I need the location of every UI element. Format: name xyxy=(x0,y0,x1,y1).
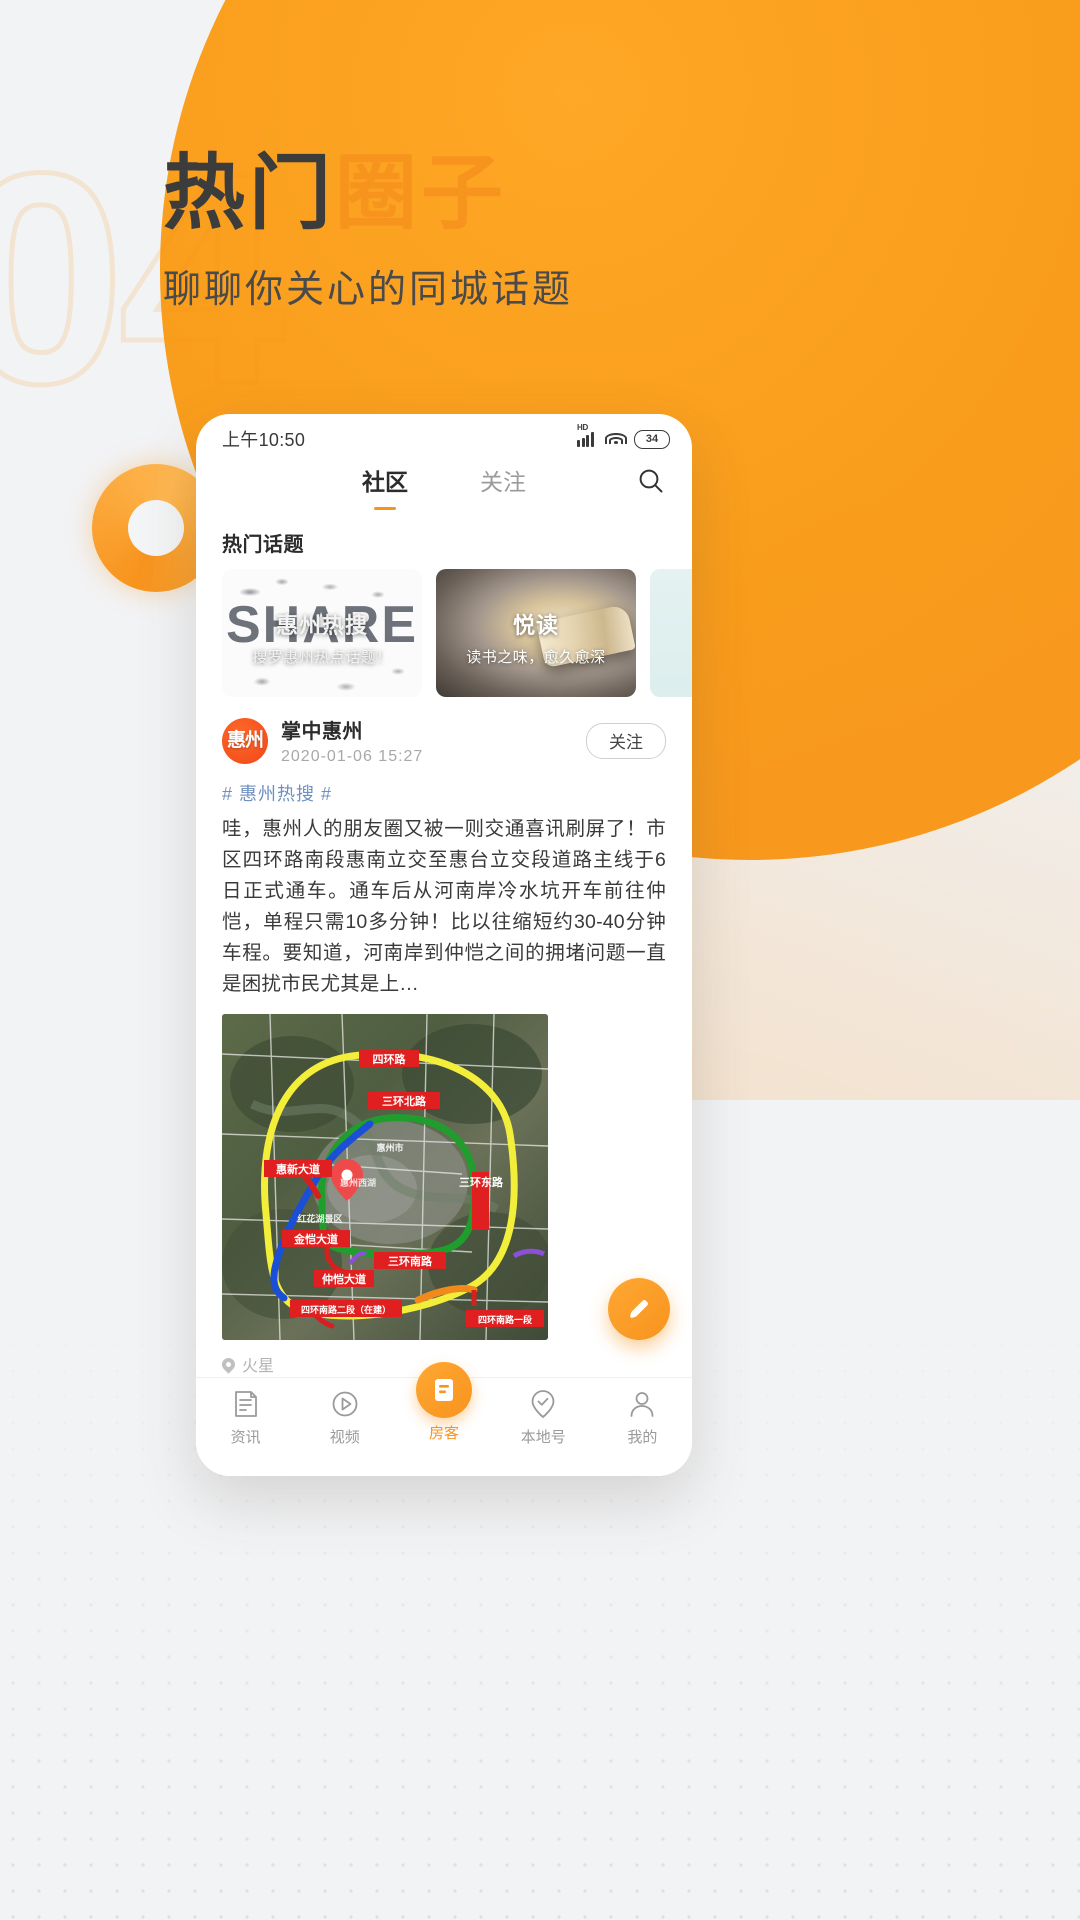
avatar[interactable]: 惠州 xyxy=(222,717,268,764)
news-icon xyxy=(233,1388,259,1420)
topic-card-title: 惠州热搜 xyxy=(275,613,368,639)
svg-text:三环南路: 三环南路 xyxy=(388,1254,433,1268)
promo-subhead: 聊聊你关心的同城话题 xyxy=(163,269,574,311)
tab-community[interactable]: 社区 xyxy=(362,463,408,501)
topic-card-text: 惠州热搜 搜罗惠州热点话题！ xyxy=(222,608,422,667)
follow-button[interactable]: 关注 xyxy=(586,722,666,759)
nav-label: 我的 xyxy=(627,1429,658,1446)
svg-text:三环北路: 三环北路 xyxy=(382,1094,427,1108)
tab-following[interactable]: 关注 xyxy=(480,463,526,501)
person-icon xyxy=(628,1388,656,1420)
post-header: 惠州 掌中惠州 2020-01-06 15:27 关注 xyxy=(222,715,666,766)
map-label-ring3-north: 三环北路 xyxy=(368,1092,440,1109)
signal-bars-icon: HD xyxy=(577,423,598,447)
topic-card-huizhou-hot-search[interactable]: SHARE 惠州热搜 搜罗惠州热点话题！ xyxy=(222,569,422,697)
wifi-icon xyxy=(605,432,627,446)
promo-headline: 热门圈子 xyxy=(163,148,507,240)
headline-accent-part: 圈子 xyxy=(335,148,508,239)
map-label-ring4: 四环路 xyxy=(359,1050,419,1067)
hot-topics-row[interactable]: SHARE 惠州热搜 搜罗惠州热点话题！ 悦读 读书之味，愈久愈深 xyxy=(196,569,692,697)
post-timestamp: 2020-01-06 15:27 xyxy=(281,748,424,765)
play-icon xyxy=(331,1388,359,1420)
post-map-image[interactable]: 惠州市 红花湖景区 惠州西湖 四环路 三环北路 惠新大道 三环东路 金恺大道 三… xyxy=(222,1014,548,1340)
battery-icon: 34 xyxy=(634,429,670,449)
location-pin-icon xyxy=(219,1354,238,1374)
status-time: 上午10:50 xyxy=(222,430,306,450)
status-icons: HD 34 xyxy=(577,423,670,449)
nav-label: 资讯 xyxy=(230,1429,261,1446)
svg-text:三环东路: 三环东路 xyxy=(459,1175,504,1189)
svg-text:四环南路一段: 四环南路一段 xyxy=(478,1314,533,1325)
nav-label: 视频 xyxy=(329,1429,360,1446)
topic-card-next-peek[interactable] xyxy=(650,569,692,697)
compose-fab-button[interactable] xyxy=(608,1278,670,1340)
map-label-huixin-avenue: 惠新大道 xyxy=(264,1160,332,1177)
post-author-name: 掌中惠州 xyxy=(281,721,363,743)
map-place-west-lake: 惠州西湖 xyxy=(340,1177,376,1188)
post-meta: 掌中惠州 2020-01-06 15:27 xyxy=(281,715,586,766)
search-icon[interactable] xyxy=(636,466,666,496)
topic-card-reading[interactable]: 悦读 读书之味，愈久愈深 xyxy=(436,569,636,697)
post-card: 惠州 掌中惠州 2020-01-06 15:27 关注 # 惠州热搜 # 哇，惠… xyxy=(196,697,692,1476)
map-label-nanlu-section1: 四环南路一段 xyxy=(466,1310,544,1327)
map-label-nanlu-section2: 四环南路二段（在建） xyxy=(290,1300,402,1317)
phone-mockup: 上午10:50 HD 34 社区 关注 热门话题 SHARE 惠州热搜 搜罗惠州… xyxy=(196,414,692,1476)
pencil-icon xyxy=(630,1300,648,1318)
map-label-zhongkai-avenue: 仲恺大道 xyxy=(314,1270,374,1287)
community-icon xyxy=(416,1362,472,1418)
topic-card-title: 悦读 xyxy=(512,613,559,639)
map-label-ring3-south: 三环南路 xyxy=(374,1252,446,1269)
status-bar: 上午10:50 HD 34 xyxy=(196,414,692,454)
check-pin-icon xyxy=(530,1388,556,1420)
svg-text:惠新大道: 惠新大道 xyxy=(276,1162,320,1176)
hot-topics-title: 热门话题 xyxy=(222,534,304,556)
hd-label: HD xyxy=(577,422,588,432)
nav-item-local[interactable]: 本地号 xyxy=(494,1388,593,1447)
topic-card-subtitle: 读书之味，愈久愈深 xyxy=(466,649,606,667)
map-place-huizhou: 惠州市 xyxy=(376,1142,403,1153)
topic-card-text: 悦读 读书之味，愈久愈深 xyxy=(436,608,636,667)
topic-card-subtitle: 搜罗惠州热点话题！ xyxy=(252,649,392,667)
nav-label: 本地号 xyxy=(520,1429,566,1446)
nav-item-news[interactable]: 资讯 xyxy=(196,1388,295,1447)
post-hashtag[interactable]: # 惠州热搜 # xyxy=(222,780,666,806)
post-body-text: 哇，惠州人的朋友圈又被一则交通喜讯刷屏了！市区四环路南段惠南立交至惠台立交段道路… xyxy=(222,818,666,995)
svg-text:仲恺大道: 仲恺大道 xyxy=(322,1272,366,1286)
location-label: 火星 xyxy=(242,1358,275,1375)
bottom-navigation-bar: 资讯 视频 房客 本地号 我的 xyxy=(196,1362,692,1476)
nav-item-video[interactable]: 视频 xyxy=(295,1388,394,1447)
headline-dark-part: 热门 xyxy=(163,148,336,239)
nav-item-profile[interactable]: 我的 xyxy=(593,1388,692,1447)
map-place-honghua-lake: 红花湖景区 xyxy=(297,1213,342,1224)
top-tab-bar: 社区 关注 xyxy=(196,454,692,510)
map-label-jinkai-avenue: 金恺大道 xyxy=(282,1230,350,1247)
svg-text:四环南路二段（在建）: 四环南路二段（在建） xyxy=(301,1304,391,1315)
svg-text:金恺大道: 金恺大道 xyxy=(293,1232,338,1246)
nav-item-community[interactable]: 房客 xyxy=(394,1362,493,1443)
svg-text:四环路: 四环路 xyxy=(373,1052,407,1066)
nav-label: 房客 xyxy=(429,1425,460,1442)
